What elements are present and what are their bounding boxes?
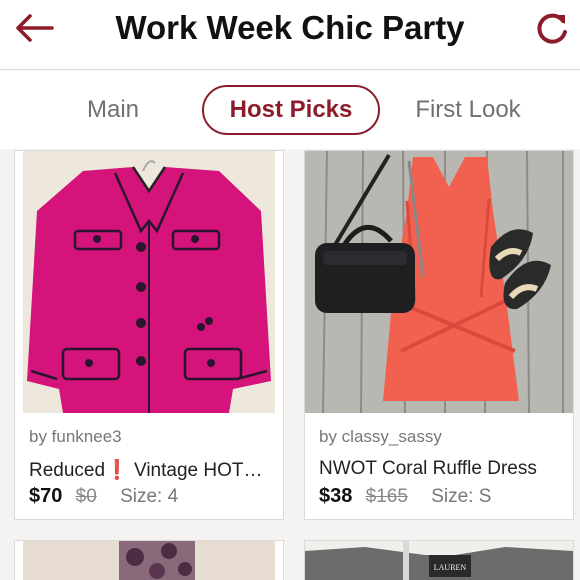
page-title: Work Week Chic Party (115, 9, 465, 46)
original-price: $0 (75, 486, 97, 507)
seller-name[interactable]: by funknee3 (29, 427, 122, 447)
top-bar: Work Week Chic Party (0, 0, 580, 70)
listing-photo[interactable] (23, 541, 275, 580)
back-button[interactable] (12, 8, 56, 48)
price-row: $38 $165 Size: S (319, 485, 491, 508)
listing-size: Size: 4 (120, 486, 179, 507)
listing-grid: by funknee3 Reduced❗ Vintage HOT… $70 $0… (0, 150, 580, 580)
seller-name[interactable]: by classy_sassy (319, 427, 442, 447)
price-row: $70 $0 Size: 4 (29, 485, 178, 508)
listing-price: $70 (29, 485, 63, 507)
listing-size: Size: S (431, 486, 492, 507)
back-arrow-icon (16, 14, 54, 42)
listing-title[interactable]: Reduced❗ Vintage HOT… (29, 458, 277, 482)
listing-card[interactable] (14, 540, 284, 580)
refresh-button[interactable] (532, 8, 572, 48)
refresh-icon (537, 13, 567, 44)
listing-card[interactable]: by funknee3 Reduced❗ Vintage HOT… $70 $0… (14, 150, 284, 520)
listing-photo[interactable]: LAUREN (305, 541, 573, 580)
listing-photo[interactable] (305, 151, 573, 413)
coral-dress-image (305, 151, 573, 413)
listing-price: $38 (319, 485, 353, 507)
listing-title[interactable]: NWOT Coral Ruffle Dress (319, 458, 567, 480)
pink-blazer-image (23, 151, 275, 413)
listing-photo[interactable] (23, 151, 275, 413)
tab-main[interactable]: Main (80, 85, 146, 135)
tab-host-picks[interactable]: Host Picks (202, 85, 380, 135)
brand-label-text: LAUREN (434, 563, 467, 572)
tab-first-look[interactable]: First Look (410, 85, 526, 135)
tab-bar: Main Host Picks First Look (0, 71, 580, 149)
listing-card[interactable]: LAUREN (304, 540, 574, 580)
listing-card[interactable]: by classy_sassy NWOT Coral Ruffle Dress … (304, 150, 574, 520)
original-price: $165 (365, 486, 408, 507)
